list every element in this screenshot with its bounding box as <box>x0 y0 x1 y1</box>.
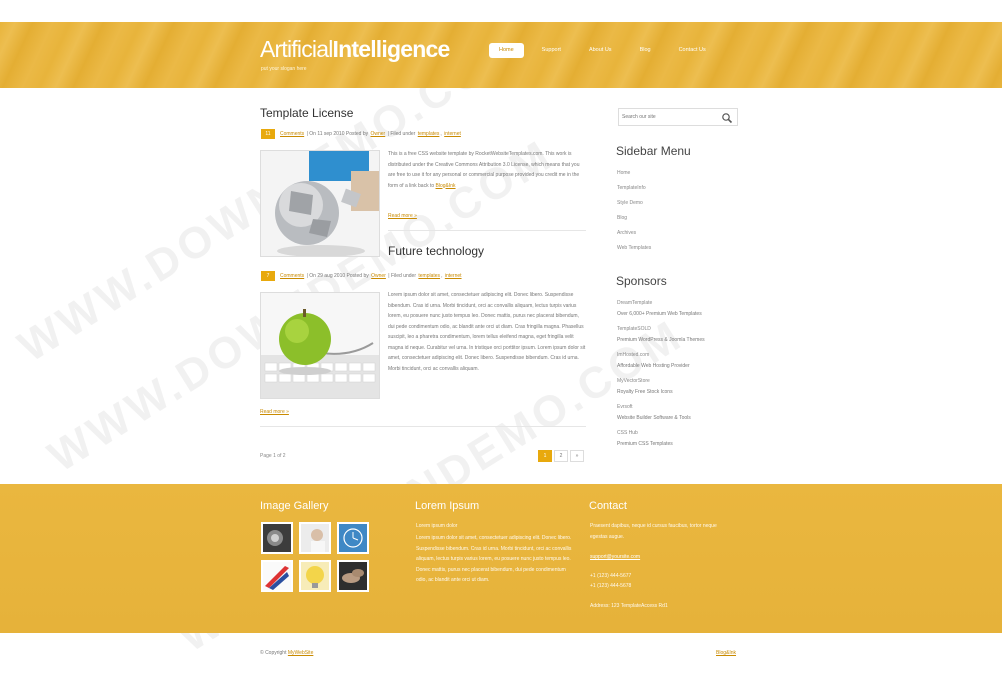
sponsor-link[interactable]: MyVectorStore <box>617 378 650 384</box>
tag-link[interactable]: templates <box>418 273 440 279</box>
comment-count-badge[interactable]: 11 <box>261 129 275 139</box>
next-page-button[interactable]: » <box>570 450 584 462</box>
page-2-button[interactable]: 2 <box>554 450 568 462</box>
contact-phone: +1 (123) 444-5678 <box>590 583 632 589</box>
tag-link[interactable]: templates <box>418 131 440 137</box>
contact-title: Contact <box>589 500 627 512</box>
gallery-thumb[interactable] <box>299 522 331 554</box>
sidebar-item-archives[interactable]: Archives <box>617 230 636 236</box>
gallery-image <box>339 524 367 552</box>
contact-phone: +1 (123) 444-5677 <box>590 573 632 579</box>
post-title[interactable]: Future technology <box>388 244 484 258</box>
post-divider <box>260 426 586 427</box>
gallery-thumb[interactable] <box>299 560 331 592</box>
footer-credit-link[interactable]: Blog&Ink <box>716 650 736 656</box>
sidebar-item-home[interactable]: Home <box>617 170 630 176</box>
lorem-intro: Lorem ipsum dolor <box>416 523 458 529</box>
comment-count-badge[interactable]: 7 <box>261 271 275 281</box>
contact-email-link[interactable]: support@yoursite.com <box>590 554 640 560</box>
read-more-link[interactable]: Read more » <box>388 213 417 219</box>
sponsor-desc: Premium CSS Templates <box>617 441 673 447</box>
gallery-image <box>301 562 329 590</box>
copyright-link[interactable]: MyWebSite <box>288 650 313 656</box>
page-1-button[interactable]: 1 <box>538 450 552 462</box>
apple-keyboard-image <box>261 293 379 398</box>
gallery-title: Image Gallery <box>260 500 329 512</box>
main-nav: Home Support About Us Blog Contact Us <box>489 43 724 58</box>
pagination: 1 2 » <box>538 450 586 462</box>
attribution-link[interactable]: Blog&Ink <box>436 183 456 189</box>
post-divider <box>388 230 586 231</box>
sponsor-link[interactable]: ImHosted.com <box>617 352 649 358</box>
read-more-link[interactable]: Read more » <box>260 409 289 415</box>
gallery-thumb[interactable] <box>261 522 293 554</box>
nav-home[interactable]: Home <box>489 43 524 58</box>
sponsor-desc: Premium WordPress & Joomla Themes <box>617 337 705 343</box>
page-info: Page 1 of 2 <box>260 453 286 459</box>
post-date: On 11 sep 2010 Posted by <box>309 131 369 137</box>
gallery-image <box>263 562 291 590</box>
tag-link[interactable]: internet <box>445 273 462 279</box>
post-excerpt: Lorem ipsum dolor sit amet, consectetuer… <box>388 292 586 372</box>
post-meta: 11 Comments | On 11 sep 2010 Posted by O… <box>261 129 462 139</box>
sponsor-link[interactable]: TemplateSOLD <box>617 326 651 332</box>
header-band: ArtificialIntelligence put your slogan h… <box>0 22 1002 88</box>
filed-under-label: Filed under <box>390 131 416 137</box>
sidebar-menu-title: Sidebar Menu <box>616 144 691 158</box>
nav-contact-us[interactable]: Contact Us <box>669 43 716 58</box>
sponsor-desc: Over 6,000+ Premium Web Templates <box>617 311 702 317</box>
sponsor-desc: Affordable Web Hosting Provider <box>617 363 690 369</box>
post-excerpt: This is a free CSS website template by R… <box>388 151 580 189</box>
sidebar-item-templateinfo[interactable]: TemplateInfo <box>617 185 646 191</box>
contact-address: Address: 123 TemplateAccess Rd1 <box>590 603 668 609</box>
filed-under-label: Filed under <box>390 273 416 279</box>
search-icon[interactable] <box>721 112 733 124</box>
comments-link[interactable]: Comments <box>280 273 304 279</box>
logo-text-artificial: Artificial <box>260 36 333 62</box>
logo-text-intelligence: Intelligence <box>332 36 451 62</box>
post-meta: 7 Comments | On 29 aug 2010 Posted by Ow… <box>261 271 463 281</box>
gallery-image <box>301 524 329 552</box>
tag-link[interactable]: internet <box>444 131 461 137</box>
sidebar-item-style-demo[interactable]: Style Demo <box>617 200 643 206</box>
search-input[interactable] <box>619 109 719 125</box>
post-date: On 29 aug 2010 Posted by <box>309 273 369 279</box>
site-logo[interactable]: ArtificialIntelligence <box>260 36 451 63</box>
lorem-body: Lorem ipsum dolor sit amet, consectetuer… <box>416 535 572 583</box>
post-image-apple[interactable] <box>260 292 380 399</box>
author-link[interactable]: Owner <box>371 131 386 137</box>
sponsor-desc: Website Builder Software & Tools <box>617 415 691 421</box>
nav-about-us[interactable]: About Us <box>579 43 622 58</box>
sponsor-link[interactable]: Evrsoft <box>617 404 633 410</box>
gallery-thumb[interactable] <box>337 522 369 554</box>
sponsors-title: Sponsors <box>616 274 667 288</box>
copyright: © Copyright MyWebSite <box>260 650 314 656</box>
gallery-image <box>263 524 291 552</box>
lorem-ipsum-title: Lorem Ipsum <box>415 500 480 512</box>
gallery-thumb[interactable] <box>337 560 369 592</box>
sidebar-item-web-templates[interactable]: Web Templates <box>617 245 651 251</box>
author-link[interactable]: Owner <box>371 273 386 279</box>
nav-blog[interactable]: Blog <box>630 43 661 58</box>
gallery-image <box>339 562 367 590</box>
search-box <box>618 108 738 126</box>
post-image-globe[interactable] <box>260 150 380 257</box>
footer-band: Image Gallery Lorem Ipsum Lorem ipsum do… <box>0 484 1002 633</box>
nav-support[interactable]: Support <box>532 43 571 58</box>
comments-link[interactable]: Comments <box>280 131 304 137</box>
sponsor-link[interactable]: CSS Hub <box>617 430 638 436</box>
globe-puzzle-image <box>261 151 379 256</box>
sidebar-item-blog[interactable]: Blog <box>617 215 627 221</box>
post-title[interactable]: Template License <box>260 106 353 120</box>
sponsor-link[interactable]: DreamTemplate <box>617 300 652 306</box>
site-slogan: put your slogan here <box>261 66 307 72</box>
sponsor-desc: Royalty Free Stock Icons <box>617 389 673 395</box>
gallery-thumb[interactable] <box>261 560 293 592</box>
contact-text: Praesent dapibus, neque id cursus faucib… <box>590 523 717 540</box>
